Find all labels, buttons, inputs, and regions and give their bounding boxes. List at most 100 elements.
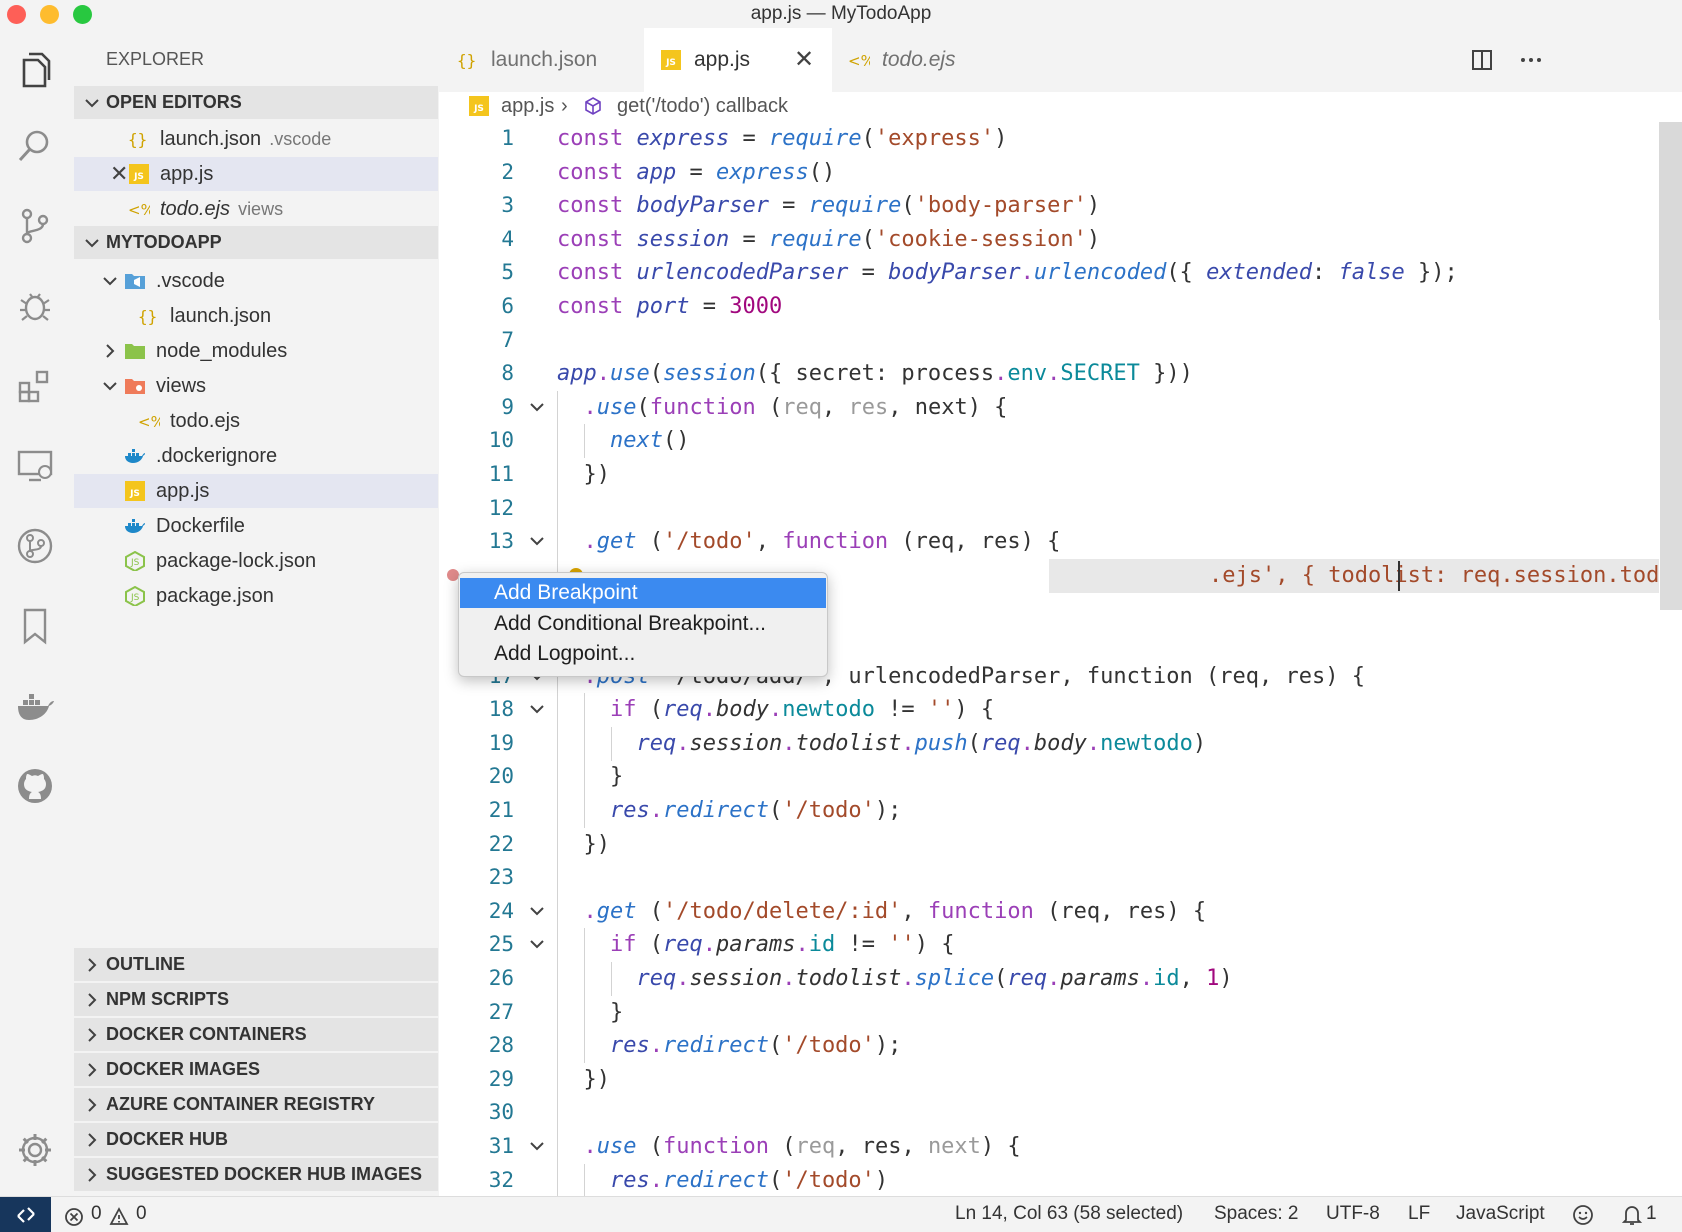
line-ending[interactable]: LF [1408, 1197, 1430, 1231]
chevron-down-icon[interactable] [527, 531, 547, 551]
search-icon[interactable] [11, 122, 59, 170]
chevron-down-icon[interactable] [527, 934, 547, 954]
open-editors-header[interactable]: OPEN EDITORS [74, 86, 438, 119]
breadcrumb-symbol[interactable]: get('/todo') callback [617, 92, 788, 120]
error-icon[interactable] [64, 1205, 84, 1232]
tree-file-package-lock-json[interactable]: JS package-lock.json [74, 544, 438, 578]
tree-folder-node-modules[interactable]: node_modules [74, 334, 438, 368]
panel-docker-containers[interactable]: DOCKER CONTAINERS [74, 1018, 438, 1051]
tab-todo-ejs[interactable]: <% todo.ejs [832, 28, 1022, 92]
chevron-down-icon[interactable] [527, 901, 547, 921]
js-icon: JS [124, 481, 146, 501]
code-line: 12 [439, 491, 1659, 526]
notification-count[interactable]: 1 [1646, 1197, 1657, 1231]
source-control-icon[interactable] [11, 202, 59, 250]
debug-icon[interactable] [11, 282, 59, 330]
code-line: 9 .use(function (req, res, next) { [439, 390, 1659, 425]
tree-file-app-js[interactable]: JS app.js [74, 474, 438, 508]
tree-file-dockerfile[interactable]: Dockerfile [74, 509, 438, 543]
feedback-smiley-icon[interactable] [1572, 1204, 1594, 1232]
bell-icon[interactable] [1621, 1204, 1643, 1232]
panel-npm-scripts[interactable]: NPM SCRIPTS [74, 983, 438, 1016]
explorer-sidebar: EXPLORER OPEN EDITORS {} launch.json .vsc… [70, 28, 439, 1196]
menu-add-breakpoint[interactable]: Add Breakpoint [460, 578, 826, 608]
more-actions-icon[interactable] [1511, 28, 1551, 92]
panel-docker-images[interactable]: DOCKER IMAGES [74, 1053, 438, 1086]
tree-folder-vscode[interactable]: .vscode [74, 264, 438, 298]
gutter-context-menu: Add Breakpoint Add Conditional Breakpoin… [458, 572, 828, 677]
node-icon: JS [124, 586, 146, 606]
code-line: 8 app.use(session({ secret: process.env.… [501, 361, 1193, 387]
window-title: app.js — MyTodoApp [750, 3, 932, 24]
encoding[interactable]: UTF-8 [1326, 1197, 1380, 1231]
docker-icon[interactable] [11, 682, 59, 730]
split-editor-icon[interactable] [1462, 28, 1502, 92]
docker-icon [124, 516, 146, 536]
ejs-icon: <% [128, 199, 150, 219]
warning-count[interactable]: 0 [136, 1197, 147, 1231]
open-editor-item[interactable]: <% todo.ejsviews [74, 192, 438, 226]
extensions-icon[interactable] [11, 362, 59, 410]
menu-add-conditional-breakpoint[interactable]: Add Conditional Breakpoint... [460, 609, 826, 639]
warning-icon[interactable] [109, 1205, 129, 1232]
json-icon: {} [128, 129, 150, 149]
panel-docker-hub[interactable]: DOCKER HUB [74, 1123, 438, 1156]
panel-suggested-docker-hub-images[interactable]: SUGGESTED DOCKER HUB IMAGES [74, 1158, 438, 1191]
scrollbar-thumb[interactable] [1659, 122, 1682, 320]
chevron-down-icon[interactable] [527, 1136, 547, 1156]
chevron-right-icon [82, 1123, 102, 1156]
close-icon[interactable]: ✕ [794, 28, 814, 92]
code-line: 26 req.session.todolist.splice(req.param… [439, 962, 1659, 996]
code-line: 32 res.redirect('/todo') [439, 1163, 1659, 1196]
minimize-window-button[interactable] [40, 5, 59, 24]
tree-file-todo-ejs[interactable]: <% todo.ejs [74, 404, 438, 438]
code-line: 23 [439, 861, 1659, 896]
language-mode[interactable]: JavaScript [1456, 1197, 1545, 1231]
code-line: 27 } [439, 995, 1659, 1030]
svg-text:{}: {} [457, 51, 476, 70]
remote-indicator-icon[interactable] [0, 1197, 51, 1232]
remote-explorer-icon[interactable] [11, 442, 59, 490]
open-editor-item[interactable]: ✕ JS app.js [74, 157, 438, 191]
tree-folder-views[interactable]: views [74, 369, 438, 403]
node-icon: JS [124, 551, 146, 571]
close-icon[interactable]: ✕ [110, 157, 128, 191]
panel-azure-container-registry[interactable]: AZURE CONTAINER REGISTRY [74, 1088, 438, 1121]
indentation[interactable]: Spaces: 2 [1214, 1197, 1299, 1231]
pull-requests-icon[interactable] [11, 522, 59, 570]
code-line: 30 [439, 1096, 1659, 1131]
menu-add-logpoint[interactable]: Add Logpoint... [460, 639, 826, 669]
chevron-down-icon[interactable] [527, 699, 547, 719]
panel-outline[interactable]: OUTLINE [74, 948, 438, 981]
tree-file-package-json[interactable]: JS package.json [74, 579, 438, 613]
svg-text:<%: <% [128, 201, 150, 219]
js-icon: JS [128, 164, 150, 184]
chevron-down-icon [82, 86, 102, 119]
close-window-button[interactable] [7, 5, 26, 24]
zoom-window-button[interactable] [73, 5, 92, 24]
open-editor-item[interactable]: {} launch.json .vscode [74, 122, 438, 156]
svg-text:JS: JS [130, 558, 140, 568]
tab-app-js[interactable]: JS app.js ✕ [644, 28, 832, 92]
settings-gear-icon[interactable] [11, 1126, 59, 1174]
code-line: 25 if (req.params.id != '') { [439, 928, 1659, 963]
project-header[interactable]: MYTODOAPP [74, 226, 438, 259]
chevron-down-icon[interactable] [527, 397, 547, 417]
views-folder-icon [124, 376, 146, 396]
breadcrumb-file[interactable]: app.js [501, 92, 554, 120]
github-icon[interactable] [11, 762, 59, 810]
tree-file-launch-json[interactable]: {} launch.json [74, 299, 438, 333]
code-line: 4 const session = require('cookie-sessio… [501, 226, 1101, 252]
vscode-folder-icon [124, 271, 146, 291]
chevron-right-icon [82, 983, 102, 1016]
ejs-icon: <% [138, 411, 160, 431]
explorer-icon[interactable] [11, 46, 59, 94]
cube-icon [583, 96, 603, 124]
cursor-position[interactable]: Ln 14, Col 63 (58 selected) [955, 1197, 1183, 1231]
tree-file-dockerignore[interactable]: .dockerignore [74, 439, 438, 473]
tab-launch-json[interactable]: {} launch.json [439, 28, 644, 92]
svg-text:<%: <% [138, 413, 160, 431]
breadcrumb: JS app.js › get('/todo') callback [439, 92, 1682, 122]
bookmark-icon[interactable] [11, 602, 59, 650]
error-count[interactable]: 0 [91, 1197, 102, 1231]
